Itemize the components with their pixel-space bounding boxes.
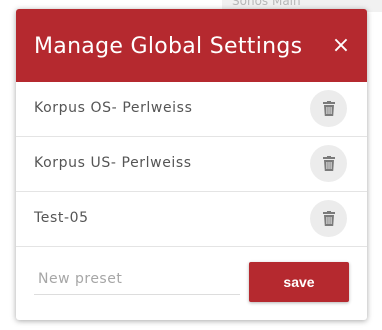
background-text: Sonos Main xyxy=(232,0,301,8)
delete-preset-button[interactable] xyxy=(310,90,347,127)
trash-icon xyxy=(322,211,335,226)
save-button[interactable]: save xyxy=(249,262,349,302)
delete-preset-button[interactable] xyxy=(310,200,347,237)
trash-icon xyxy=(322,156,335,171)
close-button[interactable]: × xyxy=(329,31,353,59)
preset-row: Korpus US- Perlweiss xyxy=(16,137,367,192)
dialog-title: Manage Global Settings xyxy=(34,34,303,59)
new-preset-input[interactable] xyxy=(34,264,240,295)
preset-list: Korpus OS- Perlweiss Korpus US- Perlweis… xyxy=(16,82,367,247)
delete-preset-button[interactable] xyxy=(310,145,347,182)
preset-row: Korpus OS- Perlweiss xyxy=(16,82,367,137)
preset-label: Korpus US- Perlweiss xyxy=(34,155,192,171)
preset-row: Test-05 xyxy=(16,192,367,247)
preset-label: Test-05 xyxy=(34,210,89,226)
dialog-footer: save xyxy=(16,247,367,317)
preset-label: Korpus OS- Perlweiss xyxy=(34,100,193,116)
manage-global-settings-dialog: Manage Global Settings × Korpus OS- Perl… xyxy=(16,9,367,320)
trash-icon xyxy=(322,101,335,116)
dialog-header: Manage Global Settings × xyxy=(16,9,367,82)
close-icon: × xyxy=(331,32,351,58)
